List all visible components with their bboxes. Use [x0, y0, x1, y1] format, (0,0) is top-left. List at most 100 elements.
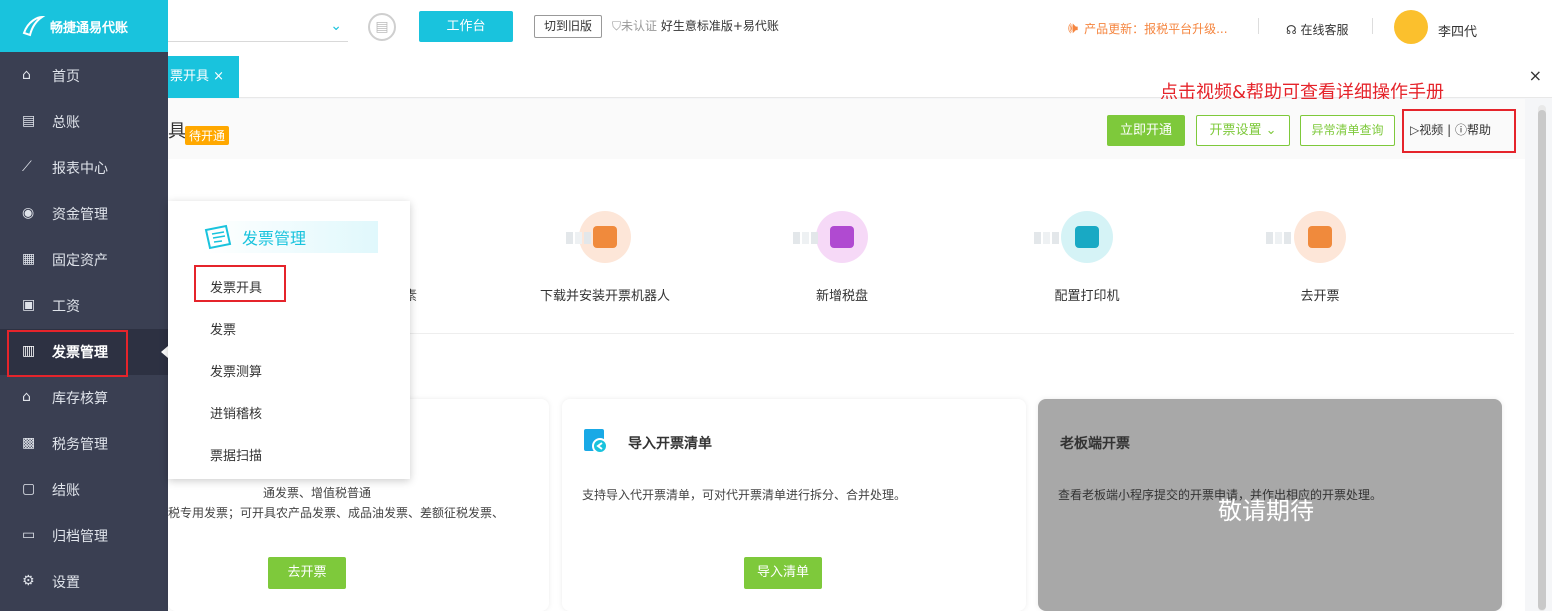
tab-label: 票开具: [170, 69, 210, 84]
sidebar-item-label: 设置: [52, 575, 80, 591]
import-list-button[interactable]: 导入清单: [744, 557, 822, 589]
username[interactable]: 李四代: [1438, 21, 1477, 40]
submenu-header: 发票管理: [202, 221, 378, 253]
headset-icon: ☊: [1286, 23, 1297, 37]
sidebar-item-label: 工资: [52, 299, 80, 315]
step-label: 去开票: [1300, 289, 1340, 304]
chevron-down-icon: ⌄: [330, 18, 342, 34]
chevron-down-icon: ⌄: [1265, 123, 1277, 138]
sidebar-item[interactable]: ▣ 工资: [0, 283, 168, 329]
card-desc: 支持导入代开票清单，可对代开票清单进行拆分、合并处理。: [582, 488, 907, 502]
scrollbar-thumb[interactable]: [1538, 110, 1546, 610]
workbench-button[interactable]: 工作台: [419, 11, 513, 42]
step-label: 新增税盘: [815, 289, 868, 304]
abnormal-list-button[interactable]: 异常清单查询: [1300, 115, 1395, 146]
sidebar-item-label: 税务管理: [52, 437, 108, 453]
step-connector: [1266, 232, 1291, 244]
sidebar: 畅捷通易代账 ⌂ 首页 ▤ 总账 ⟋ 报表中心 ◉ 资金管理 ▦ 固定资产 ▣ 工资 ▥ 发票管理 ⌂ 库存核…: [0, 0, 168, 611]
import-list-card: 导入开票清单 支持导入代开票清单，可对代开票清单进行拆分、合并处理。 导入清单: [562, 399, 1026, 611]
setup-step[interactable]: 去开票: [1245, 211, 1395, 304]
invoice-go-icon: [1294, 211, 1346, 263]
archive-icon: ▭: [22, 527, 36, 543]
sidebar-item[interactable]: ⚙ 设置: [0, 559, 168, 605]
page-title: 具: [168, 121, 186, 142]
submenu-item[interactable]: 票据扫描: [210, 445, 262, 464]
sidebar-item-label: 结账: [52, 483, 80, 499]
coming-soon-label: 敬请期待: [1218, 497, 1314, 525]
help-highlight-box: [1402, 109, 1516, 153]
invoice-icon: [204, 224, 232, 250]
company-select[interactable]: ⌄: [168, 12, 348, 42]
sidebar-item-label: 总账: [52, 115, 80, 131]
sidebar-item[interactable]: ▩ 税务管理: [0, 421, 168, 467]
setup-step[interactable]: 新增税盘: [767, 211, 917, 304]
step-label: 下载并安装开票机器人: [539, 289, 670, 304]
card-desc-line: 通发票、增值税普通: [263, 486, 372, 500]
sidebar-item-label: 资金管理: [52, 207, 108, 223]
chart-icon: ⟋: [22, 159, 32, 175]
shield-icon: ⛉: [612, 19, 622, 33]
avatar[interactable]: [1394, 10, 1428, 44]
announcement-text: 产品更新：报税平台升级...: [1084, 22, 1228, 36]
close-all-icon[interactable]: ×: [1529, 66, 1542, 85]
logo-icon: [22, 15, 46, 37]
invoice-settings-button[interactable]: 开票设置 ⌄: [1196, 115, 1290, 146]
tax-icon: ▩: [22, 435, 36, 451]
submenu-item[interactable]: 发票测算: [210, 361, 262, 380]
salary-icon: ▣: [22, 297, 36, 313]
topbar: ⌄ ▤ 工作台 切到旧版 ⛉未认证 好生意标准版+易代账 🕪 产品更新：报税平台升…: [168, 0, 1552, 52]
status-badge: 待开通: [185, 126, 230, 145]
step-connector: [1034, 232, 1059, 244]
app-logo[interactable]: 畅捷通易代账: [0, 0, 168, 52]
submenu-item[interactable]: 进销稽核: [210, 403, 262, 422]
card-desc: 通发票、增值税普通 税专用发票；可开具农产品发票、成品油发票、差额征税发票、: [168, 483, 504, 523]
sidebar-item[interactable]: ▭ 归档管理: [0, 513, 168, 559]
divider: [1258, 18, 1259, 34]
import-icon: [584, 429, 608, 454]
sidebar-item-label: 报表中心: [52, 161, 108, 177]
building-icon: ▦: [22, 251, 36, 267]
certification-status: ⛉未认证 好生意标准版+易代账: [612, 17, 779, 34]
sidebar-item[interactable]: ⌂ 首页: [0, 53, 168, 99]
sidebar-item[interactable]: ◉ 资金管理: [0, 191, 168, 237]
setup-step[interactable]: 下载并安装开票机器人: [530, 211, 680, 304]
service-label: 在线客服: [1300, 23, 1349, 37]
tax-disk-icon: [816, 211, 868, 263]
sidebar-item-label: 固定资产: [52, 253, 108, 269]
sidebar-item[interactable]: ▤ 总账: [0, 99, 168, 145]
card-desc-line: 税专用发票；可开具农产品发票、成品油发票、差额征税发票、: [168, 506, 505, 520]
logo-text: 畅捷通易代账: [50, 20, 129, 36]
sidebar-item[interactable]: ⌂ 库存核算: [0, 375, 168, 421]
sidebar-item-label: 归档管理: [52, 529, 108, 545]
sidebar-item[interactable]: ▢ 结账: [0, 467, 168, 513]
money-bag-icon: ◉: [22, 205, 35, 221]
tab-close-icon[interactable]: ×: [213, 69, 224, 84]
tab-invoice-issue[interactable]: 票开具 ×: [168, 56, 239, 98]
switch-old-version-button[interactable]: 切到旧版: [534, 15, 602, 38]
speaker-icon: 🕪: [1068, 18, 1079, 37]
cert-label: 未认证: [621, 19, 658, 33]
edition-label: 好生意标准版+易代账: [660, 19, 779, 33]
sidebar-item[interactable]: ▦ 固定资产: [0, 237, 168, 283]
home-icon: ⌂: [22, 67, 31, 83]
submenu-title: 发票管理: [242, 229, 307, 248]
announcement[interactable]: 🕪 产品更新：报税平台升级...: [1068, 18, 1228, 38]
step-connector: [566, 232, 591, 244]
invoice-settings-label: 开票设置: [1209, 123, 1262, 138]
tabbar: 票开具 × 点击视频&帮助可查看详细操作手册 ×: [168, 52, 1552, 103]
submenu-highlight-box: [194, 265, 286, 302]
go-issue-button[interactable]: 去开票: [268, 557, 346, 589]
sidebar-item[interactable]: ⟋ 报表中心: [0, 145, 168, 191]
sidebar-item-label: 库存核算: [52, 391, 108, 407]
setup-step[interactable]: 配置打印机: [1012, 211, 1162, 304]
calendar-icon[interactable]: ▤: [368, 13, 396, 41]
online-service[interactable]: ☊ 在线客服: [1286, 21, 1349, 38]
checkout-icon: ▢: [22, 481, 36, 497]
submenu-item[interactable]: 发票: [210, 319, 236, 338]
gear-icon: ⚙: [22, 573, 35, 589]
boss-invoice-card: 老板端开票 查看老板端小程序提交的开票申请，并作出相应的开票处理。 敬请期待: [1038, 399, 1502, 611]
open-now-button[interactable]: 立即开通: [1107, 115, 1185, 146]
step-connector: [793, 232, 818, 244]
divider: [1372, 18, 1373, 34]
page-header: 具 待开通 立即开通 开票设置 ⌄ 异常清单查询 ▷视频 | ⓘ帮助: [168, 99, 1525, 159]
